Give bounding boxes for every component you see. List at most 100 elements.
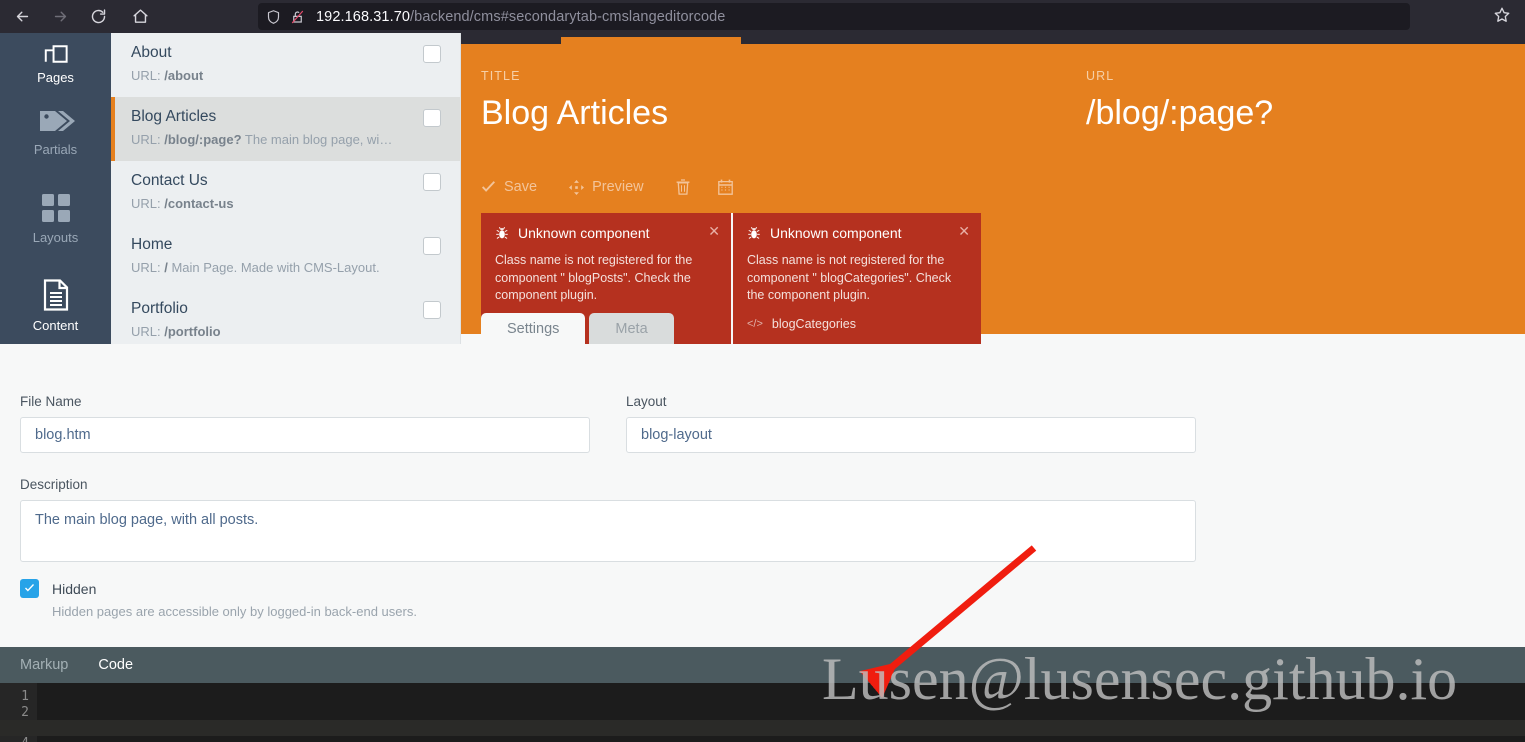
error-title: Unknown component [518,225,650,241]
list-item[interactable]: Home URL: / Main Page. Made with CMS-Lay… [111,225,460,289]
document-icon [43,277,69,311]
page-title-heading[interactable]: Blog Articles [481,93,668,133]
trash-icon [676,179,690,195]
error-message: Class name is not registered for the com… [495,253,693,302]
sidebar-item-label: Partials [33,142,78,157]
filename-label: File Name [20,394,82,409]
line-number: 2 [21,704,29,720]
page-title: Portfolio [131,300,188,317]
lock-broken-icon[interactable] [290,9,305,25]
delete-button[interactable] [676,175,706,199]
error-title: Unknown component [770,225,902,241]
error-message: Class name is not registered for the com… [747,253,952,302]
sidebar-item-label: Pages [37,70,74,85]
filename-field-group: File Name blog.htm [20,394,590,453]
layout-field-group: Layout blog-layout [626,394,1196,453]
editor-tab-bar: Markup Code [0,647,1525,683]
url-text: 192.168.31.70/backend/cms#secondarytab-c… [316,9,725,25]
description-input[interactable]: The main blog page, with all posts. [20,500,1196,562]
hidden-checkbox-row[interactable]: Hidden [20,579,920,598]
preview-button[interactable]: Preview [569,175,658,199]
bug-icon [747,226,761,240]
check-icon [24,584,35,593]
tab-settings[interactable]: Settings [481,313,586,344]
line-number: 1 [21,689,29,704]
page-checkbox[interactable] [423,301,441,319]
pages-icon [41,33,71,63]
tab-meta[interactable]: Meta [589,313,674,344]
calendar-button[interactable] [717,175,749,199]
save-label: Save [504,179,538,195]
tab-code[interactable]: Code [98,657,133,673]
reload-button[interactable] [82,1,114,33]
page-url: URL: /blog/:page? The main blog page, wi… [131,132,440,147]
bookmark-button[interactable] [1493,6,1511,29]
move-icon [569,179,585,195]
error-header: Unknown component [747,225,967,241]
page-title: Blog Articles [131,108,217,125]
reload-icon [90,8,107,25]
close-icon[interactable]: ✕ [708,224,720,238]
hidden-checkbox[interactable] [20,579,39,598]
page-toolbar: Save Preview [481,175,761,199]
sidebar-item-label: Layouts [32,230,79,245]
check-icon [481,180,496,194]
page-checkbox[interactable] [423,109,441,127]
close-icon[interactable]: ✕ [958,224,970,238]
filename-input[interactable]: blog.htm [20,417,590,453]
error-header: Unknown component [495,225,717,241]
page-url: URL: /portfolio [131,324,221,339]
back-button[interactable] [6,1,38,33]
description-field-group: Description The main blog page, with all… [20,477,1196,562]
secondary-tab-strip [461,33,1525,44]
list-item[interactable]: Blog Articles URL: /blog/:page? The main… [111,97,460,161]
page-url-heading[interactable]: /blog/:page? [1086,93,1273,133]
error-component[interactable]: </> blogCategories [747,317,967,331]
page-title: About [131,44,172,61]
settings-form: File Name blog.htm Layout blog-layout De… [0,344,1525,647]
calendar-icon [717,179,733,195]
bug-icon [495,226,509,240]
address-bar[interactable]: 192.168.31.70/backend/cms#secondarytab-c… [258,3,1410,30]
sidebar-item-layouts[interactable]: Layouts [0,173,111,261]
header-url-block: URL /blog/:page? [1086,69,1273,133]
hidden-field-group: Hidden Hidden pages are accessible only … [20,579,920,619]
sidebar-item-pages[interactable]: Pages [0,33,111,85]
code-line[interactable]: function onStart() [0,720,1525,736]
description-label: Description [20,477,88,492]
sidebar-item-label: Content [32,318,79,333]
hidden-label: Hidden [52,580,97,597]
tab-markup[interactable]: Markup [20,657,68,673]
list-item[interactable]: About URL: /about [111,33,460,97]
form-tab-bar: Settings Meta [481,313,674,344]
arrow-left-icon [14,8,31,25]
code-area[interactable]: 1 2 3 4 function onStart() { $this['bann… [0,683,1525,742]
home-button[interactable] [124,1,156,33]
grid-icon [41,189,71,223]
browser-toolbar: 192.168.31.70/backend/cms#secondarytab-c… [0,0,1525,33]
list-item[interactable]: Contact Us URL: /contact-us [111,161,460,225]
save-button[interactable]: Save [481,175,551,199]
code-editor: Markup Code 1 2 3 4 function onStart() {… [0,647,1525,742]
page-title: Contact Us [131,172,208,189]
layout-select[interactable]: blog-layout [626,417,1196,453]
cms-application: Pages Partials Layouts Content About URL… [0,33,1525,742]
url-path: /backend/cms#secondarytab-cmslangeditorc… [410,8,726,25]
forward-button[interactable] [44,1,76,33]
code-lines[interactable]: function onStart() { $this['bannerImage'… [0,683,1525,742]
star-icon [1493,7,1511,28]
page-checkbox[interactable] [423,173,441,191]
line-number: 4 [0,736,29,742]
component-name: blogCategories [771,316,856,331]
shield-icon[interactable] [266,9,281,25]
hidden-help-text: Hidden pages are accessible only by logg… [52,604,417,619]
page-checkbox[interactable] [423,237,441,255]
page-url: URL: /about [131,68,204,83]
sidebar-item-partials[interactable]: Partials [0,85,111,173]
page-checkbox[interactable] [423,45,441,63]
sidebar-item-content[interactable]: Content [0,261,111,349]
url-host: 192.168.31.70 [316,8,411,25]
page-url: URL: / Main Page. Made with CMS-Layout. [131,260,380,275]
page-title: Home [131,236,173,253]
active-tab-indicator[interactable] [561,37,741,44]
